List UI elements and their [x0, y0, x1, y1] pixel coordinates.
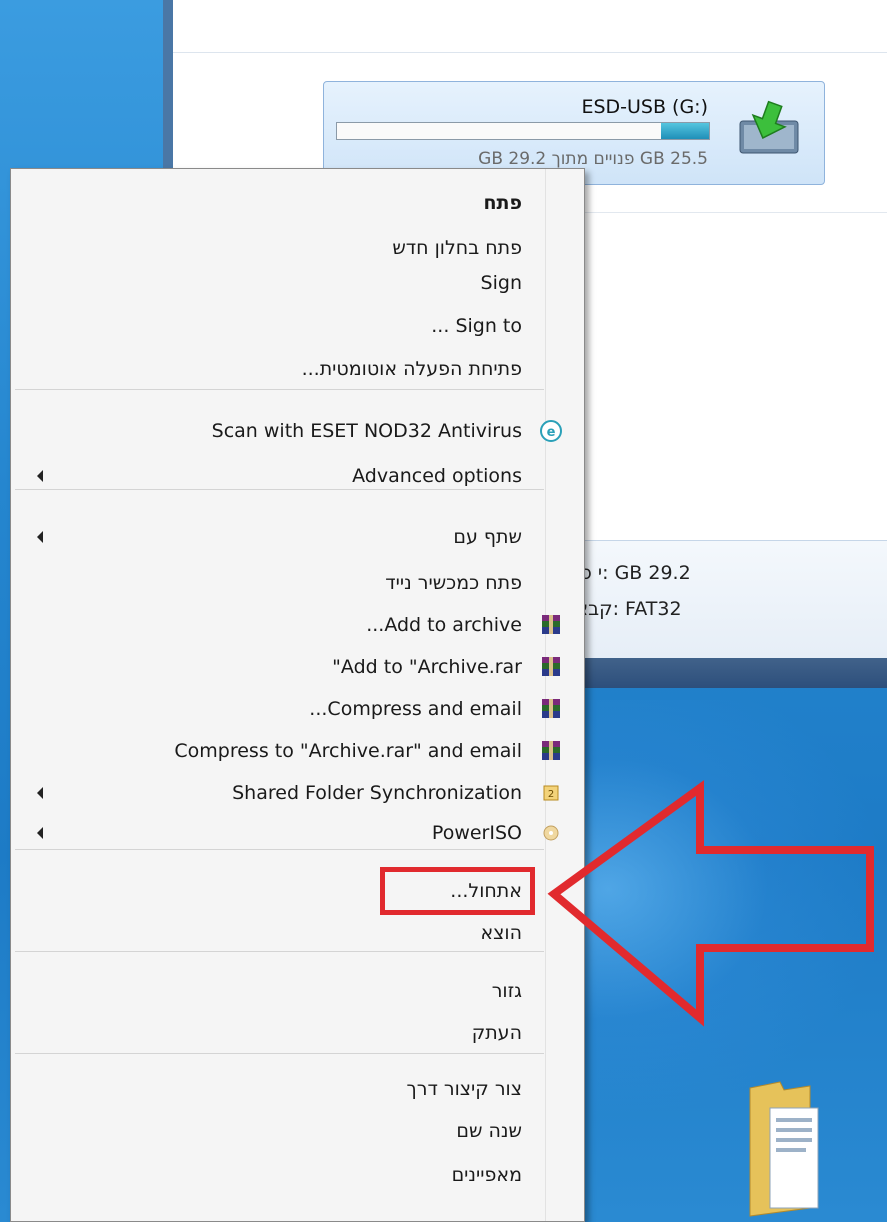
menu-item-9[interactable]: פתח כמכשיר נייד [11, 561, 584, 605]
menu-item-14[interactable]: Shared Folder Synchronization 2 [11, 771, 584, 815]
menu-item-10[interactable]: Add to archive... [11, 603, 584, 647]
usb-drive-icon [739, 100, 799, 154]
menu-item-11[interactable]: Add to "Archive.rar" [11, 645, 584, 689]
menu-item-label: Compress and email... [309, 698, 522, 720]
submenu-arrow-icon [37, 531, 43, 543]
drive-name: ESD-USB (G:) [581, 96, 708, 118]
highlight-box [380, 867, 535, 915]
menu-item-label: שתף עם [453, 526, 522, 548]
menu-item-label: PowerISO [431, 822, 522, 844]
winrar-icon [538, 613, 564, 637]
menu-item-20[interactable]: צור קיצור דרך [11, 1067, 584, 1111]
annotation-arrow [547, 780, 874, 1027]
menu-item-label: צור קיצור דרך [406, 1078, 522, 1100]
menu-item-18[interactable]: גזור [11, 969, 584, 1013]
menu-item-21[interactable]: שנה שם [11, 1109, 584, 1153]
menu-item-label: גזור [491, 980, 522, 1002]
drive-free-space: 25.5 GB פנויים מתוך 29.2 GB [478, 149, 708, 169]
svg-text:e: e [547, 425, 556, 440]
menu-item-1[interactable]: פתח [11, 181, 584, 225]
menu-item-label: Add to "Archive.rar" [332, 656, 522, 678]
menu-item-8[interactable]: שתף עם [11, 515, 584, 559]
menu-item-label: פתיחת הפעלה אוטומטית... [301, 358, 522, 380]
menu-item-label: Shared Folder Synchronization [232, 782, 522, 804]
submenu-arrow-icon [37, 827, 43, 839]
menu-item-label: הוצא [480, 922, 522, 944]
menu-item-label: העתק [471, 1022, 522, 1044]
menu-item-label: Sign [480, 272, 522, 294]
submenu-arrow-icon [37, 470, 43, 482]
context-menu: פתח פתח בחלון חדש Sign Sign to ... פתיחת הפע… [10, 168, 585, 1222]
folder-icon[interactable] [740, 1068, 830, 1218]
menu-item-4[interactable]: Sign to ... [11, 304, 584, 348]
submenu-arrow-icon [37, 787, 43, 799]
winrar-icon [538, 739, 564, 763]
menu-item-label: פתח כמכשיר נייד [385, 572, 522, 594]
menu-item-label: Add to archive... [366, 614, 522, 636]
menu-item-5[interactable]: פתיחת הפעלה אוטומטית... [11, 347, 584, 391]
menu-item-19[interactable]: העתק [11, 1011, 584, 1055]
menu-item-label: שנה שם [456, 1120, 522, 1142]
winrar-icon [538, 655, 564, 679]
menu-item-15[interactable]: PowerISO [11, 811, 584, 855]
winrar-icon [538, 697, 564, 721]
explorer-toolbar [173, 0, 887, 53]
menu-item-label: Sign to ... [431, 315, 522, 337]
menu-item-label: מאפיינים [451, 1164, 522, 1186]
menu-item-22[interactable]: מאפיינים [11, 1153, 584, 1197]
drive-usage-fill [660, 123, 709, 139]
eset-icon: e [538, 419, 564, 443]
menu-item-label: Scan with ESET NOD32 Antivirus [211, 420, 522, 442]
drive-usage-bar [336, 122, 710, 140]
menu-item-7[interactable]: Advanced options [11, 454, 584, 498]
menu-item-13[interactable]: Compress to "Archive.rar" and email [11, 729, 584, 773]
menu-item-label: פתח [483, 192, 522, 214]
menu-item-label: Compress to "Archive.rar" and email [174, 740, 522, 762]
menu-item-6[interactable]: Scan with ESET NOD32 Antivirus e [11, 409, 584, 453]
menu-item-label: Advanced options [352, 465, 522, 487]
menu-item-3[interactable]: Sign [11, 261, 584, 305]
menu-item-17[interactable]: הוצא [11, 911, 584, 955]
menu-item-12[interactable]: Compress and email... [11, 687, 584, 731]
